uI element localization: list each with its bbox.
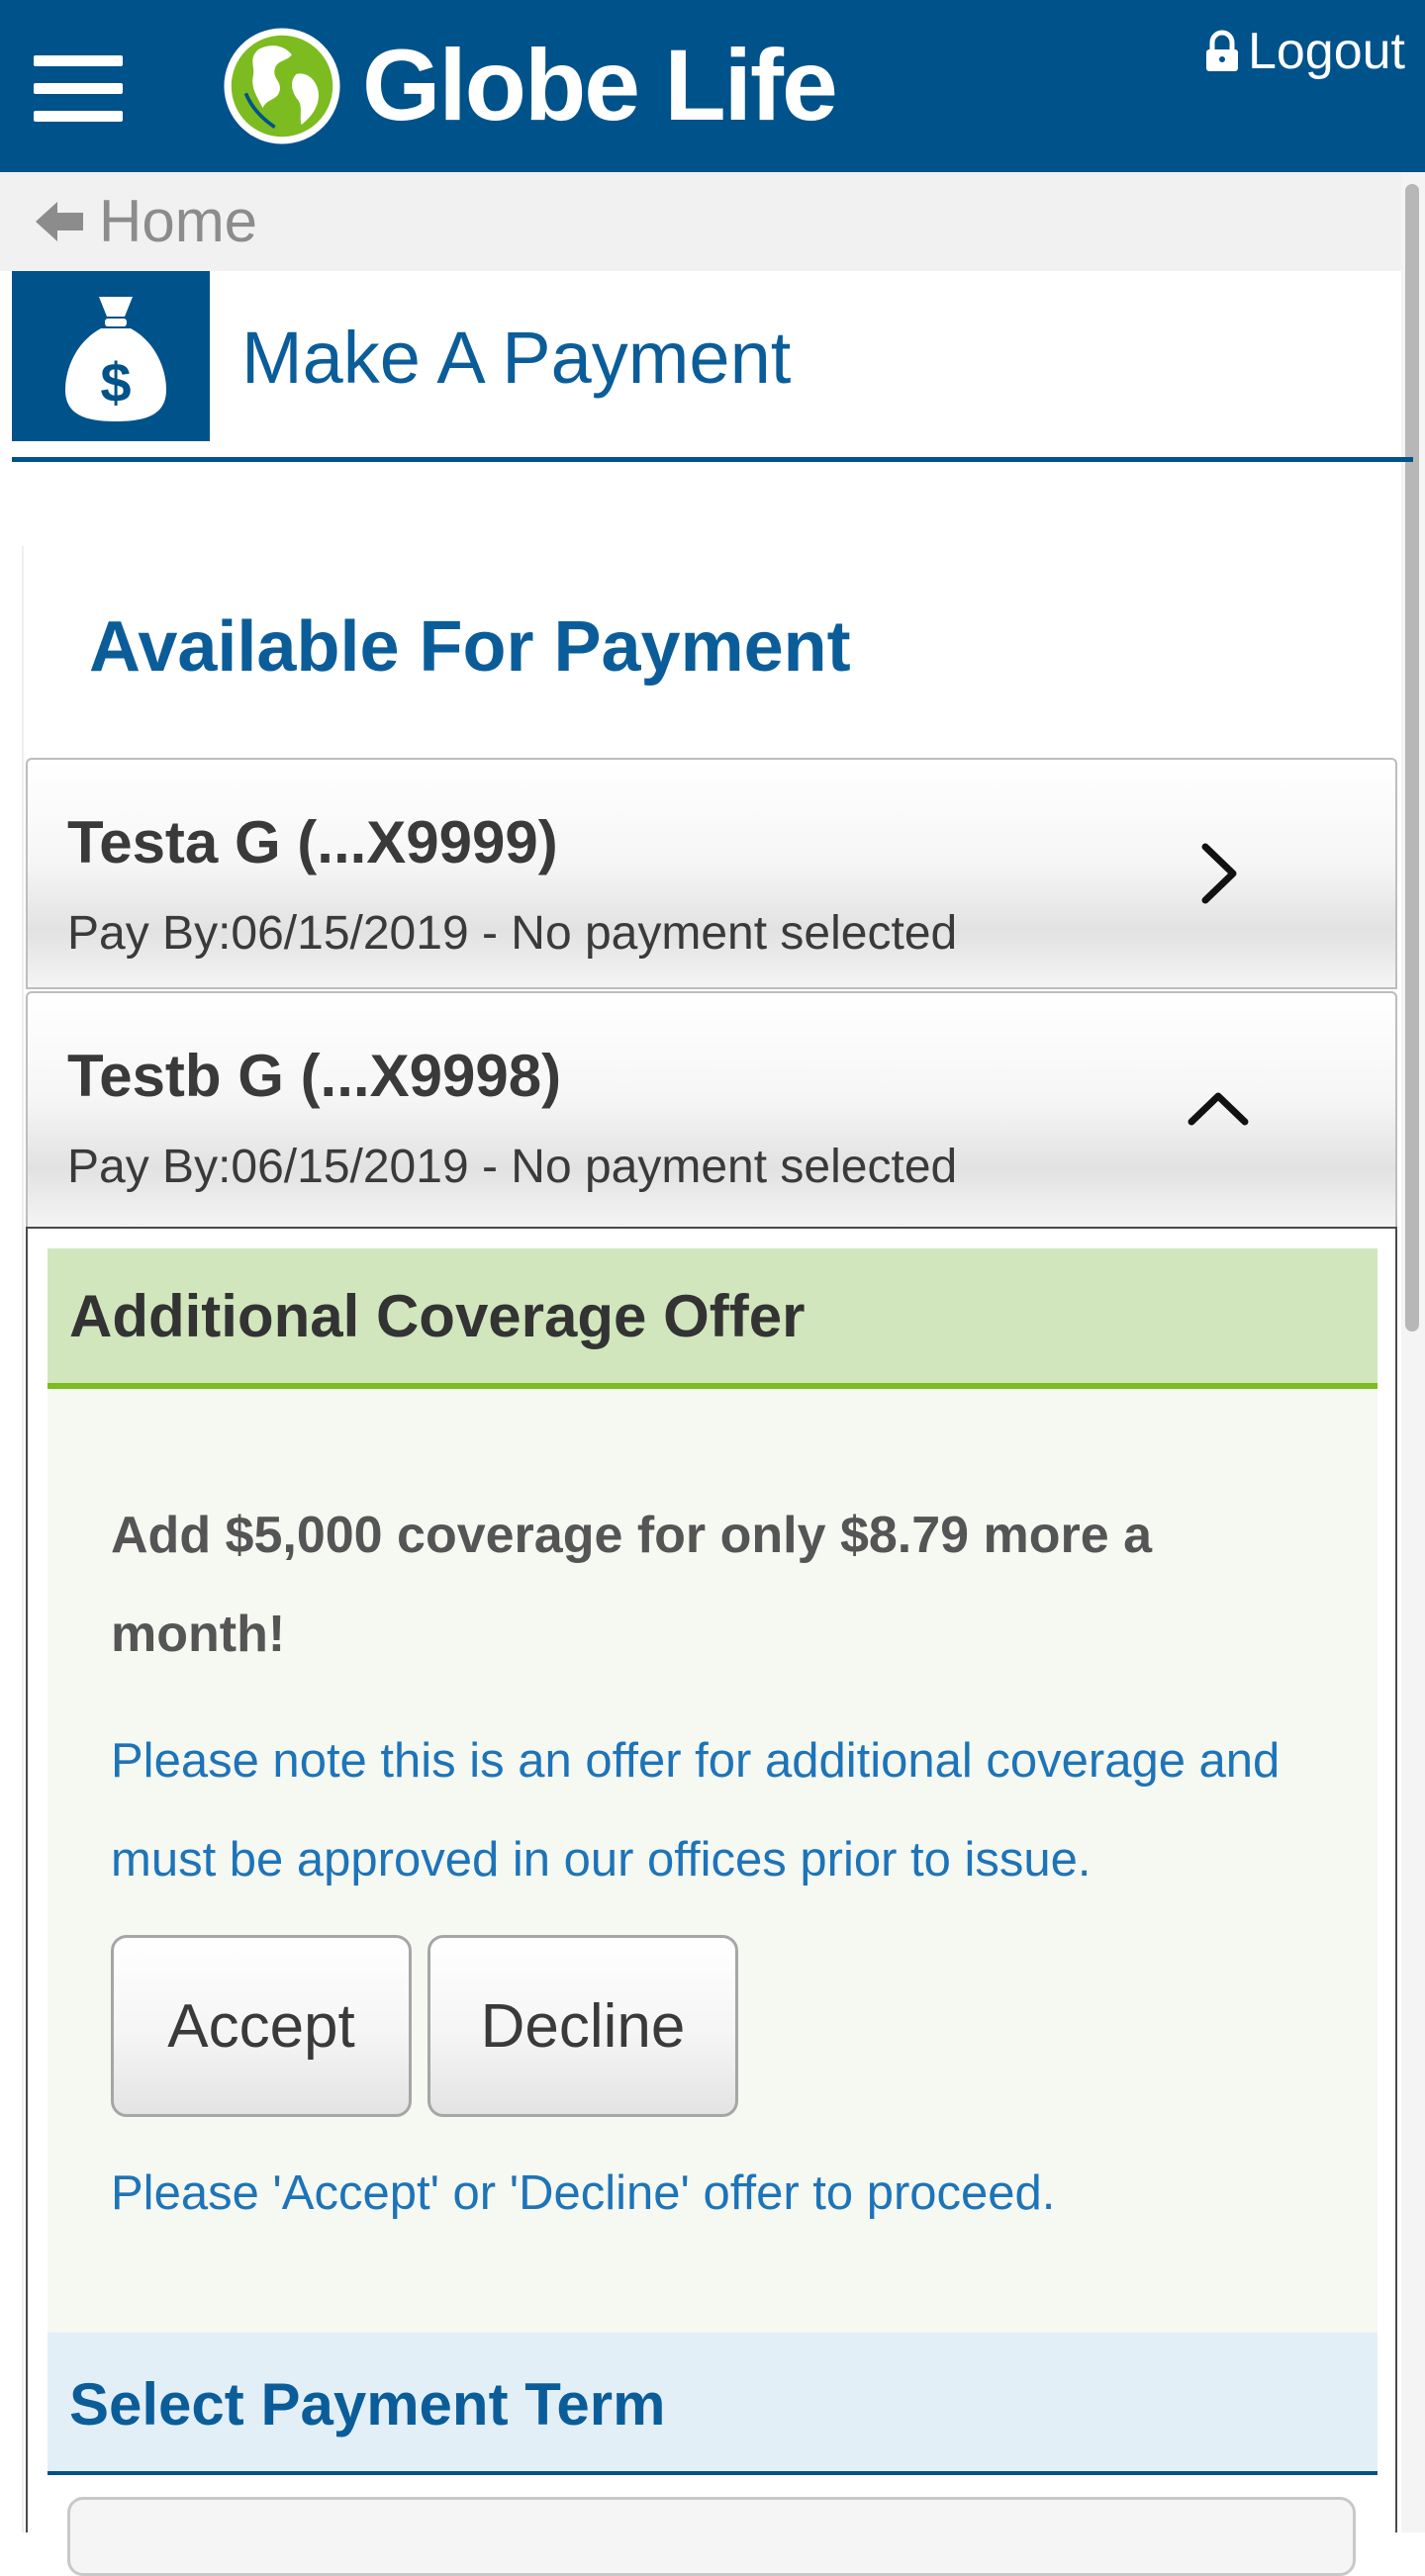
page-icon-box: $ <box>12 271 210 441</box>
policy-due: Pay By:06/15/2019 - No payment selected <box>67 907 958 960</box>
title-divider <box>12 457 1413 462</box>
available-heading: Available For Payment <box>89 607 851 687</box>
chevron-right-icon[interactable] <box>1184 839 1253 908</box>
chevron-up-icon[interactable] <box>1184 1078 1253 1138</box>
decline-button[interactable]: Decline <box>428 1935 738 2117</box>
menu-icon[interactable] <box>34 55 123 123</box>
globe-logo-icon <box>224 28 340 144</box>
page-title: Make A Payment <box>241 317 792 399</box>
offer-heading: Additional Coverage Offer <box>69 1283 806 1349</box>
policy-due: Pay By:06/15/2019 - No payment selected <box>67 1141 958 1193</box>
payment-term-select[interactable] <box>67 2497 1356 2576</box>
policy-name: Testb G (...X9998) <box>67 1043 562 1109</box>
money-bag-icon: $ <box>65 297 166 421</box>
breadcrumb-home[interactable]: Home <box>99 190 257 253</box>
breadcrumb[interactable]: Home <box>0 172 1401 271</box>
arrow-left-icon <box>36 202 83 241</box>
offer-prompt-text: Please 'Accept' or 'Decline' offer to pr… <box>111 2166 1056 2220</box>
logout-link[interactable]: Logout <box>1204 22 1405 81</box>
lock-icon <box>1205 30 1238 71</box>
payment-term-heading: Select Payment Term <box>69 2371 666 2438</box>
offer-header: Additional Coverage Offer <box>48 1248 1378 1389</box>
policy-name: Testa G (...X9999) <box>67 809 558 875</box>
payment-term-header: Select Payment Term <box>48 2333 1378 2475</box>
logout-label: Logout <box>1247 23 1405 80</box>
brand-name: Globe Life <box>362 29 838 141</box>
offer-note-text: Please note this is an offer for additio… <box>111 1734 1281 1886</box>
top-header: Globe Life Logout <box>0 0 1425 172</box>
offer-main-text: Add $5,000 coverage for only $8.79 more … <box>111 1507 1153 1663</box>
page-title-block: $ Make A Payment <box>12 271 1413 441</box>
svg-text:$: $ <box>100 351 131 414</box>
accept-button[interactable]: Accept <box>111 1935 412 2117</box>
